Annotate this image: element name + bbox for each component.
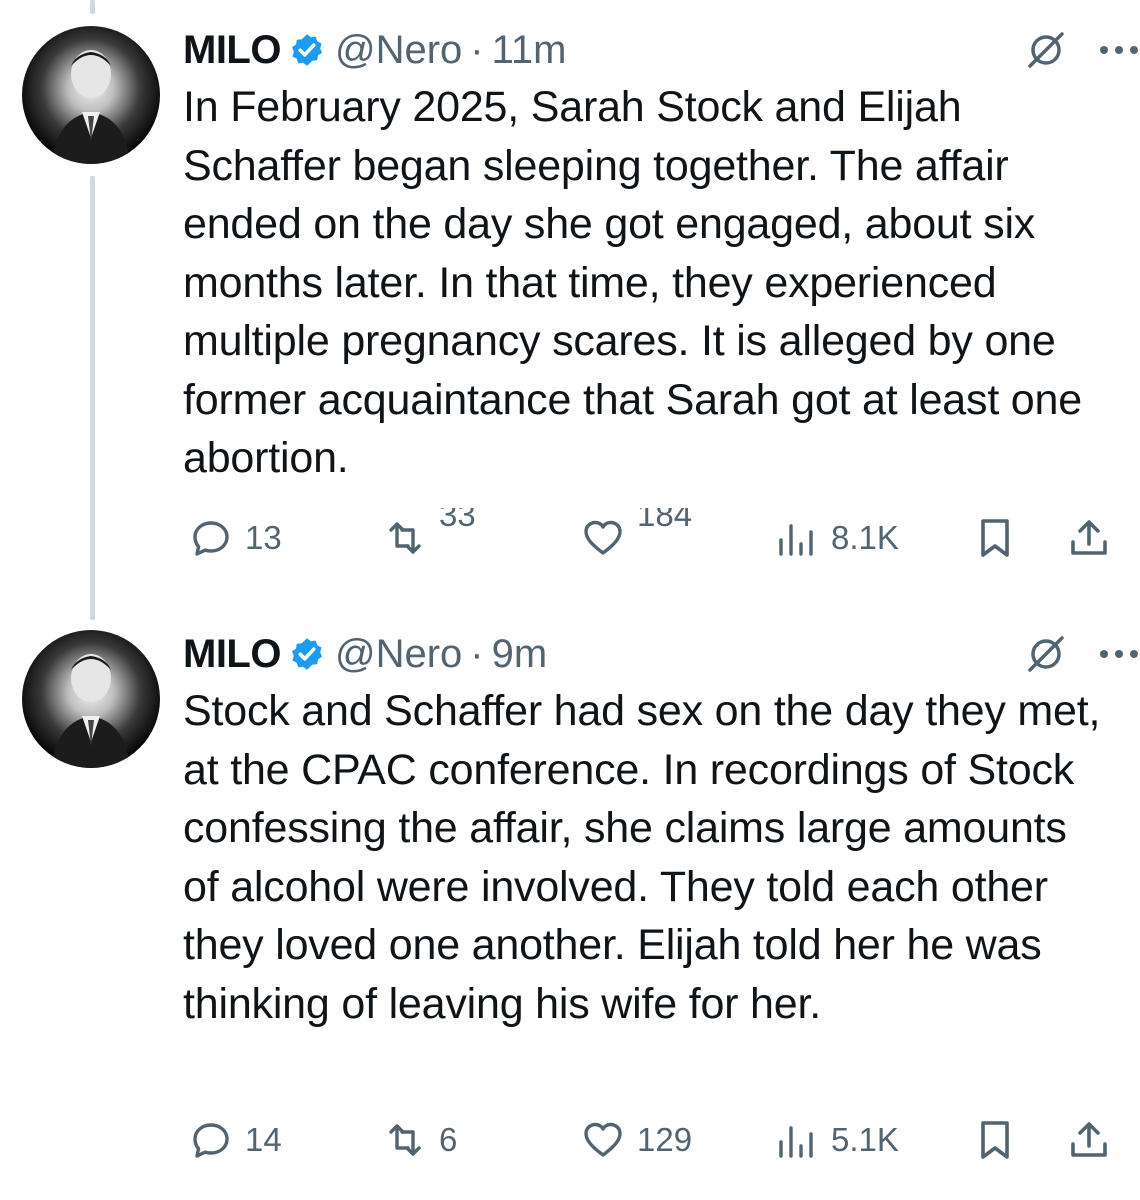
repost-count: 33: [439, 508, 476, 533]
reply-count: 14: [245, 1121, 282, 1158]
grok-icon[interactable]: [1024, 632, 1068, 676]
tweet-text: Stock and Schaffer had sex on the day th…: [183, 687, 1101, 1028]
reply-button[interactable]: 14: [189, 1110, 282, 1170]
avatar[interactable]: [22, 630, 160, 768]
repost-button[interactable]: 6: [383, 1110, 457, 1170]
bookmark-button[interactable]: [973, 508, 1017, 568]
display-name[interactable]: MILO: [183, 632, 281, 677]
views-icon: [779, 1126, 813, 1158]
grok-icon[interactable]: [1024, 28, 1068, 72]
share-icon: [1071, 520, 1107, 555]
tweet-header: MILO @Nero · 9m: [183, 622, 1138, 686]
like-button[interactable]: 184: [581, 508, 707, 568]
reply-button[interactable]: 13: [189, 508, 282, 568]
action-bar: 13 33 184 8.1K: [183, 508, 1113, 568]
views-button[interactable]: 5.1K: [775, 1110, 899, 1170]
tweet-header: MILO @Nero · 11m: [183, 18, 1138, 82]
repost-count: 6: [439, 1121, 458, 1158]
tweet[interactable]: MILO @Nero · 11m In February 2025, Sarah…: [0, 0, 1140, 600]
bookmark-button[interactable]: [973, 1110, 1017, 1170]
views-button[interactable]: 8.1K: [775, 508, 899, 568]
like-icon: [584, 1122, 622, 1157]
handle[interactable]: @Nero: [335, 28, 462, 73]
verified-icon: [291, 638, 322, 670]
handle[interactable]: @Nero: [335, 632, 462, 677]
reply-icon: [193, 1123, 229, 1158]
share-icon: [1071, 1122, 1107, 1157]
reply-icon: [193, 521, 229, 556]
bookmark-icon: [981, 1121, 1009, 1159]
more-icon[interactable]: [1098, 44, 1140, 56]
like-button[interactable]: 129: [581, 1110, 692, 1170]
separator: ·: [470, 631, 484, 676]
avatar[interactable]: [22, 26, 160, 164]
views-count: 5.1K: [831, 1121, 899, 1158]
views-count: 8.1K: [831, 519, 899, 556]
like-count: 129: [637, 1121, 693, 1158]
repost-icon: [389, 522, 421, 554]
repost-icon: [389, 1124, 421, 1156]
separator: ·: [470, 27, 484, 72]
like-icon: [584, 520, 622, 555]
verified-icon: [291, 34, 322, 66]
bookmark-icon: [981, 519, 1009, 557]
repost-button[interactable]: 33: [383, 508, 499, 568]
share-button[interactable]: [1067, 508, 1111, 568]
more-icon[interactable]: [1098, 648, 1140, 660]
reply-count: 13: [245, 519, 282, 556]
tweet-text: In February 2025, Sarah Stock and Elijah…: [183, 83, 1082, 482]
action-bar: 14 6 129 5.1K: [183, 1110, 1113, 1170]
share-button[interactable]: [1067, 1110, 1111, 1170]
tweet[interactable]: MILO @Nero · 9m Stock and Schaffer had s…: [0, 610, 1140, 1200]
display-name[interactable]: MILO: [183, 28, 281, 73]
like-count: 184: [637, 508, 693, 533]
views-icon: [779, 524, 813, 556]
timestamp[interactable]: 9m: [492, 632, 548, 677]
timestamp[interactable]: 11m: [492, 28, 567, 73]
